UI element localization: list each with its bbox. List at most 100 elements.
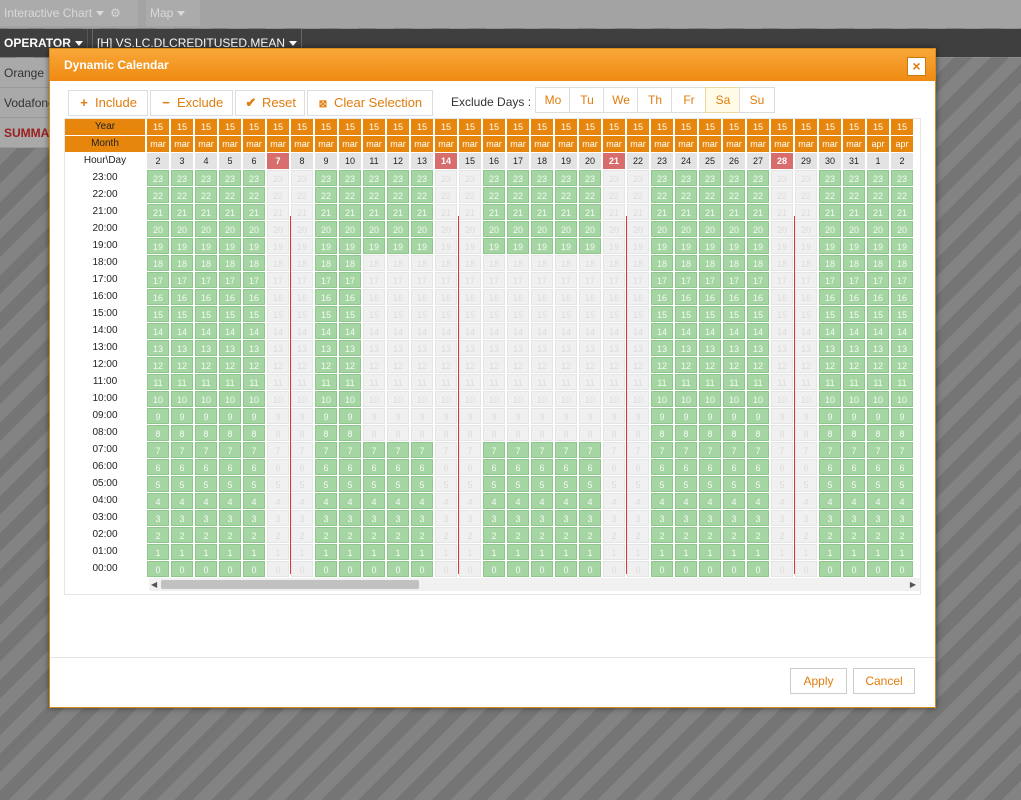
hour-cell[interactable]: 3 [363,510,385,526]
hour-cell[interactable]: 9 [435,408,457,424]
hour-cell[interactable]: 2 [579,527,601,543]
hour-cell[interactable]: 23 [723,170,745,186]
hour-cell[interactable]: 3 [147,510,169,526]
hour-cell[interactable]: 21 [243,204,265,220]
hour-cell[interactable]: 1 [195,544,217,560]
hour-cell[interactable]: 15 [891,306,913,322]
hour-cell[interactable]: 18 [363,255,385,271]
month-cell[interactable]: mar [627,136,649,152]
month-cell[interactable]: mar [651,136,673,152]
hour-cell[interactable]: 14 [603,323,625,339]
hour-cell[interactable]: 8 [171,425,193,441]
year-cell[interactable]: 15 [675,119,697,135]
hour-cell[interactable]: 22 [579,187,601,203]
hour-cell[interactable]: 16 [459,289,481,305]
hour-cell[interactable]: 5 [843,476,865,492]
hour-cell[interactable]: 16 [819,289,841,305]
hour-cell[interactable]: 16 [171,289,193,305]
hour-cell[interactable]: 0 [459,561,481,577]
hour-cell[interactable]: 15 [627,306,649,322]
hour-cell[interactable]: 13 [603,340,625,356]
day-cell[interactable]: 2 [147,153,169,169]
hour-cell[interactable]: 6 [267,459,289,475]
hour-cell[interactable]: 1 [243,544,265,560]
hour-cell[interactable]: 4 [771,493,793,509]
hour-cell[interactable]: 6 [363,459,385,475]
hour-cell[interactable]: 6 [219,459,241,475]
hour-cell[interactable]: 7 [531,442,553,458]
hour-cell[interactable]: 21 [339,204,361,220]
hour-cell[interactable]: 7 [267,442,289,458]
hour-cell[interactable]: 20 [411,221,433,237]
hour-cell[interactable]: 15 [411,306,433,322]
hour-cell[interactable]: 18 [555,255,577,271]
hour-cell[interactable]: 18 [795,255,817,271]
hour-cell[interactable]: 14 [387,323,409,339]
hour-cell[interactable]: 2 [315,527,337,543]
hour-cell[interactable]: 1 [531,544,553,560]
hour-cell[interactable]: 12 [891,357,913,373]
hour-cell[interactable]: 17 [411,272,433,288]
hour-cell[interactable]: 15 [603,306,625,322]
hour-cell[interactable]: 3 [219,510,241,526]
hour-cell[interactable]: 1 [387,544,409,560]
hour-cell[interactable]: 12 [747,357,769,373]
hour-cell[interactable]: 18 [147,255,169,271]
day-toggle-th[interactable]: Th [637,87,673,113]
hour-cell[interactable]: 11 [195,374,217,390]
hour-cell[interactable]: 13 [531,340,553,356]
hour-cell[interactable]: 6 [435,459,457,475]
hour-cell[interactable]: 19 [675,238,697,254]
hour-cell[interactable]: 5 [531,476,553,492]
hour-cell[interactable]: 6 [675,459,697,475]
hour-cell[interactable]: 8 [363,425,385,441]
hour-cell[interactable]: 5 [483,476,505,492]
hour-cell[interactable]: 8 [747,425,769,441]
hour-cell[interactable]: 22 [675,187,697,203]
hour-cell[interactable]: 10 [219,391,241,407]
hour-cell[interactable]: 12 [795,357,817,373]
hour-cell[interactable]: 20 [435,221,457,237]
hour-cell[interactable]: 21 [411,204,433,220]
year-cell[interactable]: 15 [171,119,193,135]
hour-cell[interactable]: 14 [507,323,529,339]
hour-cell[interactable]: 12 [435,357,457,373]
hour-cell[interactable]: 6 [699,459,721,475]
hour-cell[interactable]: 21 [699,204,721,220]
hour-cell[interactable]: 13 [843,340,865,356]
month-cell[interactable]: mar [723,136,745,152]
hour-cell[interactable]: 15 [483,306,505,322]
hour-cell[interactable]: 19 [603,238,625,254]
hour-cell[interactable]: 20 [747,221,769,237]
hour-cell[interactable]: 12 [315,357,337,373]
hour-cell[interactable]: 13 [579,340,601,356]
hour-cell[interactable]: 19 [387,238,409,254]
cancel-button[interactable]: Cancel [853,668,915,694]
hour-cell[interactable]: 1 [627,544,649,560]
hour-cell[interactable]: 2 [651,527,673,543]
hour-cell[interactable]: 19 [435,238,457,254]
hour-cell[interactable]: 21 [603,204,625,220]
hour-cell[interactable]: 6 [651,459,673,475]
hour-cell[interactable]: 10 [267,391,289,407]
hour-cell[interactable]: 16 [723,289,745,305]
hour-cell[interactable]: 19 [795,238,817,254]
close-icon[interactable]: × [907,57,926,76]
hour-cell[interactable]: 21 [363,204,385,220]
hour-cell[interactable]: 8 [531,425,553,441]
hour-cell[interactable]: 21 [651,204,673,220]
hour-cell[interactable]: 21 [459,204,481,220]
day-cell[interactable]: 17 [507,153,529,169]
hour-cell[interactable]: 15 [579,306,601,322]
hour-cell[interactable]: 3 [531,510,553,526]
year-cell[interactable]: 15 [699,119,721,135]
year-cell[interactable]: 15 [603,119,625,135]
hour-cell[interactable]: 12 [699,357,721,373]
hour-cell[interactable]: 6 [315,459,337,475]
hour-cell[interactable]: 5 [771,476,793,492]
hour-cell[interactable]: 11 [891,374,913,390]
hour-cell[interactable]: 7 [171,442,193,458]
hour-cell[interactable]: 18 [579,255,601,271]
hour-cell[interactable]: 11 [675,374,697,390]
hour-cell[interactable]: 23 [267,170,289,186]
